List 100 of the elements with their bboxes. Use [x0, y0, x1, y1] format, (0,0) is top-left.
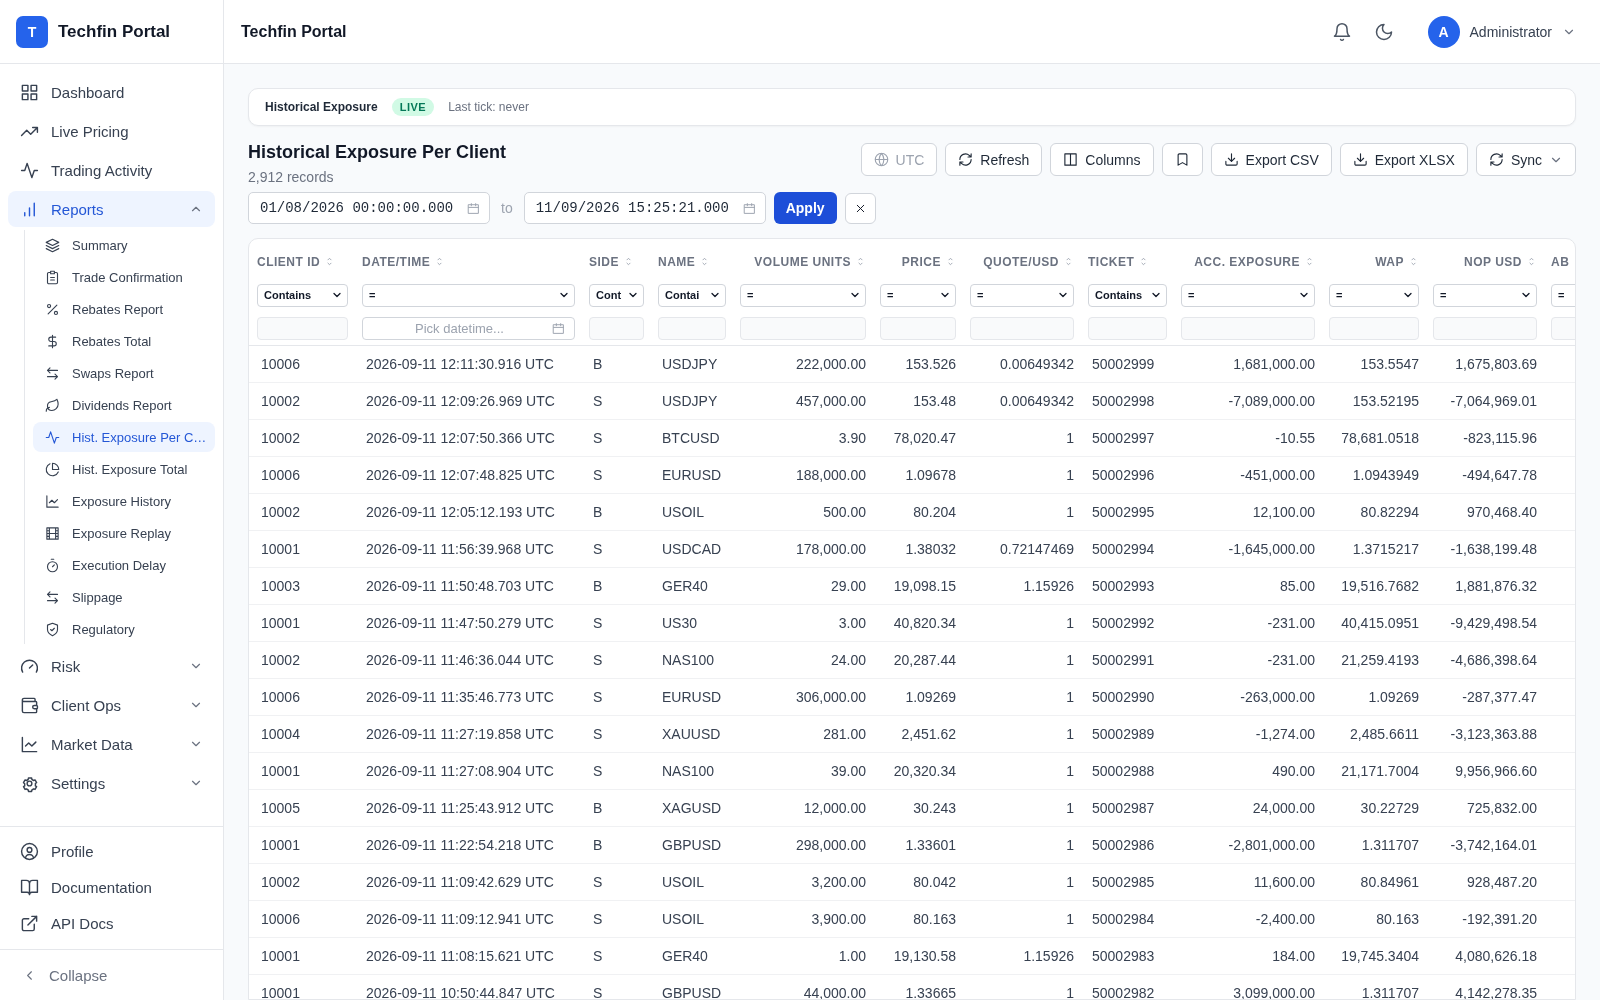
date-field[interactable]: 01/08/2026 00:00:00.000	[248, 192, 490, 224]
footer-link[interactable]: Profile	[8, 835, 215, 868]
table-cell: -1,645,000.00	[1228, 541, 1315, 557]
toolbar-button[interactable]: Sync	[1475, 143, 1576, 176]
footer-link[interactable]: API Docs	[8, 907, 215, 940]
nav-item[interactable]: Client Ops	[8, 687, 215, 723]
nav-subitem[interactable]: Hist. Exposure Per C…	[33, 422, 215, 452]
collapse-button[interactable]: Collapse	[0, 949, 223, 1000]
nav-subitem[interactable]: Swaps Report	[33, 358, 215, 388]
nav-subitem[interactable]: Dividends Report	[33, 390, 215, 420]
filter-select[interactable]: =	[970, 283, 1074, 307]
filter-field[interactable]	[970, 316, 1074, 340]
filter-select[interactable]: =	[1329, 283, 1419, 307]
sort-icon[interactable]	[1526, 256, 1537, 267]
table-cell: -2,400.00	[1255, 911, 1315, 927]
moon-icon[interactable]	[1373, 21, 1394, 42]
nav-subitem[interactable]: Exposure Replay	[33, 518, 215, 548]
filter-select[interactable]: =	[1551, 283, 1575, 307]
book-icon	[20, 878, 39, 897]
nav-item[interactable]: Trading Activity	[8, 152, 215, 188]
nav-item[interactable]: Settings	[8, 765, 215, 801]
table-cell: 10006	[261, 356, 300, 372]
toolbar-button[interactable]: Export CSV	[1210, 143, 1332, 176]
table-cell: 2026-09-11 10:50:44.847 UTC	[366, 985, 555, 999]
calendar-icon	[467, 202, 480, 215]
filter-field[interactable]: Pick datetime...	[362, 316, 575, 340]
nav-subitem[interactable]: Summary	[33, 230, 215, 260]
toolbar-button[interactable]: Export XLSX	[1339, 143, 1468, 176]
filter-field[interactable]	[257, 316, 348, 340]
nav-subitem[interactable]: Exposure History	[33, 486, 215, 516]
filter-field[interactable]	[1433, 316, 1537, 340]
filter-field[interactable]	[880, 316, 956, 340]
toolbar-button[interactable]: Refresh	[945, 143, 1043, 176]
filter-field[interactable]	[1088, 316, 1167, 340]
column-header[interactable]: DATE/TIME	[362, 255, 431, 269]
line-chart-icon	[45, 493, 60, 509]
nav-item[interactable]: Live Pricing	[8, 113, 215, 149]
column-header[interactable]: SIDE	[589, 255, 619, 269]
column-header[interactable]: VOLUME UNITS	[754, 255, 851, 269]
apply-button[interactable]: Apply	[773, 192, 837, 224]
nav-item[interactable]: Market Data	[8, 726, 215, 762]
table-cell: -451,000.00	[1240, 467, 1315, 483]
nav-subitem[interactable]: Rebates Total	[33, 326, 215, 356]
external-link-icon	[20, 914, 39, 933]
table-cell: 2026-09-11 11:09:42.629 UTC	[366, 874, 554, 890]
column-header[interactable]: NAME	[658, 255, 696, 269]
nav-subitem[interactable]: Regulatory	[33, 614, 215, 644]
nav-subitem[interactable]: Rebates Report	[33, 294, 215, 324]
table-cell: -494,647.78	[1462, 467, 1537, 483]
nav-subitem[interactable]: Execution Delay	[33, 550, 215, 580]
sort-icon[interactable]	[1063, 256, 1074, 267]
sort-icon[interactable]	[1408, 256, 1419, 267]
bell-icon[interactable]	[1331, 21, 1352, 42]
filter-select[interactable]: Contai	[658, 283, 726, 307]
avatar[interactable]: A	[1427, 15, 1460, 48]
table-cell: 10002	[261, 652, 300, 668]
filter-field[interactable]	[658, 316, 726, 340]
clear-button[interactable]	[844, 192, 876, 224]
footer-link[interactable]: Documentation	[8, 871, 215, 904]
table-cell: 85.00	[1279, 578, 1315, 594]
filter-select[interactable]: =	[880, 283, 956, 307]
table-cell: 188,000.00	[795, 467, 866, 483]
column-header[interactable]: ACC. EXPOSURE	[1194, 255, 1300, 269]
sort-icon[interactable]	[945, 256, 956, 267]
toolbar-button[interactable]: Columns	[1050, 143, 1154, 176]
nav-subitem[interactable]: Trade Confirmation	[33, 262, 215, 292]
user-name[interactable]: Administrator	[1469, 23, 1552, 40]
table-cell: 1.33601	[905, 837, 956, 853]
toolbar-button[interactable]	[1161, 143, 1203, 176]
sort-icon[interactable]	[1304, 256, 1315, 267]
column-header[interactable]: QUOTE/USD	[983, 255, 1059, 269]
table-cell: 20,320.34	[893, 763, 956, 779]
filter-select[interactable]: Contains	[257, 283, 348, 307]
filter-select[interactable]: Contains	[1088, 283, 1167, 307]
filter-select[interactable]: =	[740, 283, 866, 307]
column-header[interactable]: TICKET	[1088, 255, 1135, 269]
nav-item[interactable]: Reports	[8, 191, 215, 227]
nav-item[interactable]: Dashboard	[8, 74, 215, 110]
filter-select[interactable]: =	[362, 283, 575, 307]
filter-field[interactable]	[1181, 316, 1315, 340]
filter-select[interactable]: Cont	[589, 283, 644, 307]
filter-field[interactable]	[740, 316, 866, 340]
column-header[interactable]: NOP USD	[1464, 255, 1522, 269]
column-header[interactable]: PRICE	[901, 255, 941, 269]
filter-field[interactable]	[1329, 316, 1419, 340]
sort-icon[interactable]	[855, 256, 866, 267]
table-cell: 10006	[261, 689, 300, 705]
column-header[interactable]: WAP	[1375, 255, 1404, 269]
filter-select[interactable]: =	[1181, 283, 1315, 307]
filter-field[interactable]	[589, 316, 644, 340]
column-header[interactable]: CLIENT ID	[257, 255, 321, 269]
sort-icon[interactable]	[623, 256, 634, 267]
column-header[interactable]: AB	[1551, 255, 1570, 269]
nav-item[interactable]: Risk	[8, 648, 215, 684]
date-field[interactable]: 11/09/2026 15:25:21.000	[523, 192, 766, 224]
filter-select[interactable]: =	[1433, 283, 1537, 307]
nav-subitem[interactable]: Hist. Exposure Total	[33, 454, 215, 484]
table-cell: -3,123,363.88	[1450, 726, 1537, 742]
app-name: Techfin Portal	[58, 21, 171, 42]
nav-subitem[interactable]: Slippage	[33, 582, 215, 612]
